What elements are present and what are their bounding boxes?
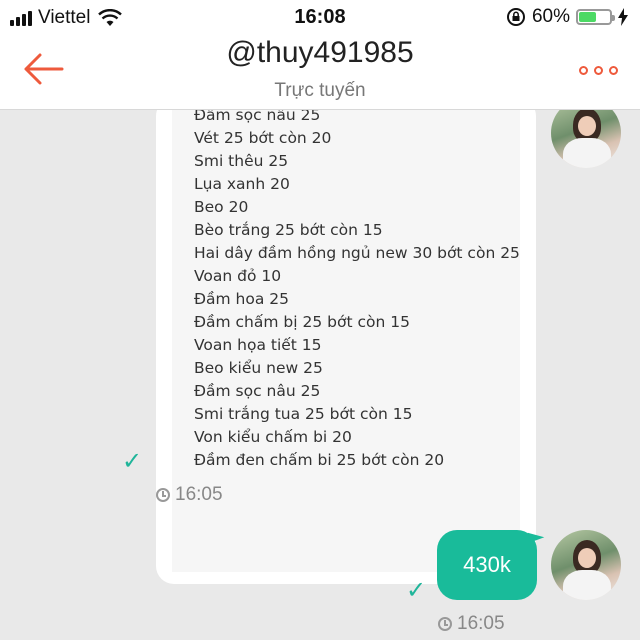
message-timestamp: 16:05	[438, 613, 505, 635]
chat-area[interactable]: Đầm sọc nâu 25 Vét 25 bớt còn 20 Smi thêu …	[0, 110, 640, 640]
photo-text-line: Von kiểu chấm bi 20	[194, 428, 352, 446]
more-options-button[interactable]	[579, 66, 618, 75]
sent-check-icon: ✓	[122, 448, 143, 475]
charging-icon	[618, 8, 628, 26]
photo-text-line: Lụa xanh 20	[194, 175, 290, 193]
battery-percent: 60%	[531, 6, 570, 27]
chat-header: @thuy491985 Trực tuyến	[0, 36, 640, 110]
photo-text-line: Đầm sọc nâu 25	[194, 110, 321, 124]
rotation-lock-icon	[506, 8, 525, 26]
photo-text-line: Đầm hoa 25	[194, 290, 289, 308]
message-timestamp: 16:05	[156, 484, 223, 506]
photo-text-line: Beo 20	[194, 198, 249, 216]
more-options-icon	[609, 66, 618, 75]
photo-text-line: Bèo trắng 25 bớt còn 15	[194, 221, 383, 239]
message-text: 430k	[463, 552, 511, 577]
more-options-icon	[579, 66, 588, 75]
clock-icon	[156, 488, 170, 502]
battery-icon	[576, 9, 615, 25]
clock-icon	[438, 617, 452, 631]
photo-text-line: Beo kiểu new 25	[194, 359, 323, 377]
photo-text-line: Đầm đen chấm bi 25 bớt còn 20	[194, 451, 445, 469]
right-status: 60%	[506, 6, 628, 28]
photo-text-line: Voan họa tiết 15	[194, 336, 322, 354]
photo-text-line: Đầm chấm bị 25 bớt còn 15	[194, 313, 410, 331]
avatar[interactable]	[551, 110, 621, 168]
photo-text-line: Smi trắng tua 25 bớt còn 15	[194, 405, 413, 423]
image-message-bubble[interactable]: Đầm sọc nâu 25 Vét 25 bớt còn 20 Smi thêu …	[156, 110, 536, 584]
text-message-bubble[interactable]: 430k	[437, 530, 537, 600]
online-status: Trực tuyến	[274, 80, 366, 101]
more-options-icon	[594, 66, 603, 75]
avatar[interactable]	[551, 530, 621, 600]
photo-text-line: Smi thêu 25	[194, 152, 289, 170]
photo-text-line: Voan đỏ 10	[194, 267, 282, 285]
photo-text-line: Vét 25 bớt còn 20	[194, 129, 332, 147]
photo-text-line: Hai dây đầm hồng ngủ new 30 bớt còn 25	[194, 244, 520, 262]
status-bar: Viettel 16:08 60%	[0, 0, 640, 36]
message-photo[interactable]: Đầm sọc nâu 25 Vét 25 bớt còn 20 Smi thêu …	[172, 110, 520, 572]
battery-level	[579, 12, 597, 22]
photo-text-list: Đầm sọc nâu 25 Vét 25 bớt còn 20 Smi thêu …	[194, 110, 520, 472]
sent-check-icon: ✓	[406, 577, 427, 604]
contact-name: @thuy491985	[226, 36, 414, 69]
photo-text-line: Đầm sọc nâu 25	[194, 382, 321, 400]
